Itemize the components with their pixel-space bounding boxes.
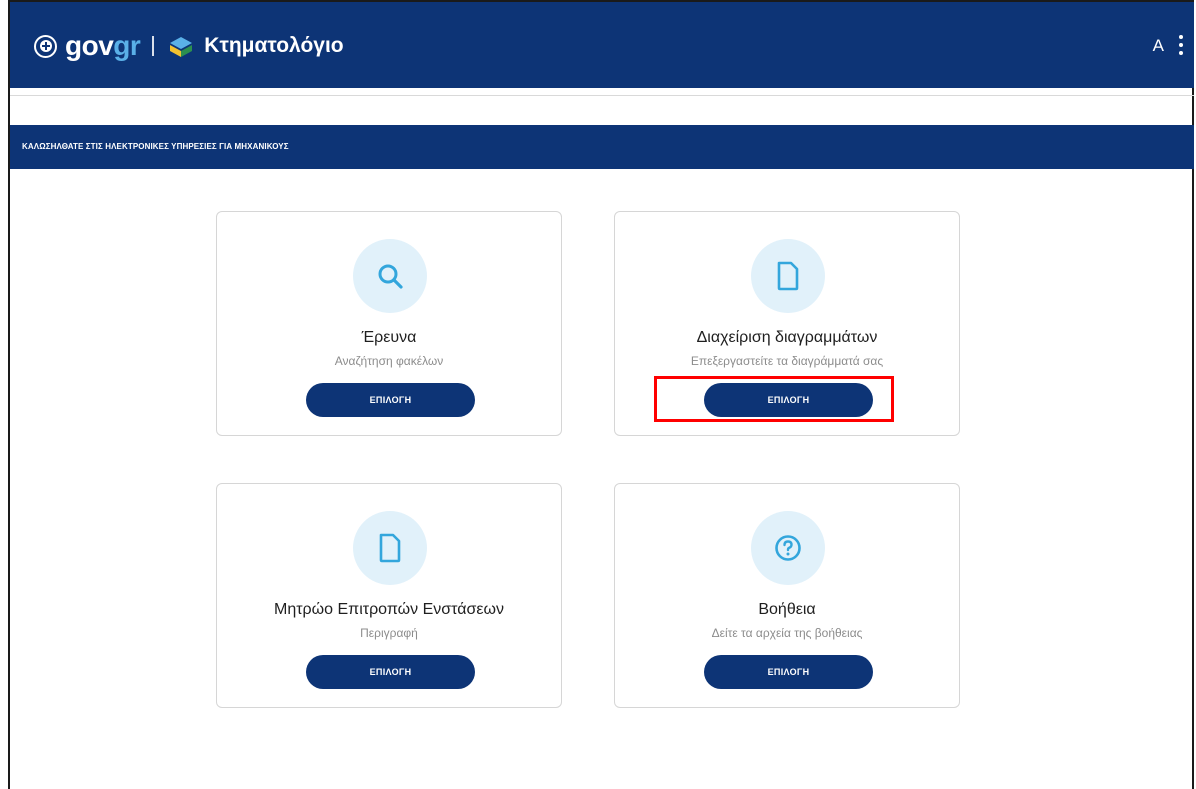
more-options-icon[interactable]	[1178, 35, 1184, 55]
card-title: Μητρώο Επιτροπών Ενστάσεων	[274, 601, 504, 618]
card-title: Βοήθεια	[758, 601, 816, 618]
select-search-button[interactable]: ΕΠΙΛΟΓΗ	[306, 383, 475, 417]
card-help: Βοήθεια Δείτε τα αρχεία της βοήθειας ΕΠΙ…	[614, 483, 960, 708]
toolbar-divider	[10, 95, 1194, 96]
brand[interactable]: govgr Κτηματολόγιο	[34, 30, 344, 62]
card-title: Έρευνα	[361, 329, 417, 346]
browser-frame	[8, 0, 1194, 789]
help-icon	[751, 511, 825, 585]
card-objection-committees-registry: Μητρώο Επιτροπών Ενστάσεων Περιγραφή ΕΠΙ…	[216, 483, 562, 708]
search-icon	[353, 239, 427, 313]
app-title: Κτηματολόγιο	[204, 34, 344, 57]
card-description: Αναζήτηση φακέλων	[334, 354, 444, 368]
select-help-button[interactable]: ΕΠΙΛΟΓΗ	[704, 655, 873, 689]
greek-seal-icon	[34, 34, 57, 58]
logo-divider	[152, 36, 155, 56]
document-icon	[751, 239, 825, 313]
card-search: Έρευνα Αναζήτηση φακέλων ΕΠΙΛΟΓΗ	[216, 211, 562, 436]
top-app-bar: govgr Κτηματολόγιο A	[10, 2, 1194, 88]
card-description: Επεξεργαστείτε τα διαγράμματά σας	[690, 354, 884, 368]
card-title: Διαχείριση διαγραμμάτων	[696, 329, 878, 346]
card-description: Περιγραφή	[360, 626, 418, 640]
card-description: Δείτε τα αρχεία της βοήθειας	[711, 626, 863, 640]
govgr-logo: govgr	[65, 30, 141, 61]
ktimatologio-logo-icon	[170, 37, 193, 57]
user-avatar-initial[interactable]: A	[1153, 36, 1164, 56]
document-icon	[353, 511, 427, 585]
welcome-banner: ΚΑΛΩΣΗΛΘΑΤΕ ΣΤΙΣ ΗΛΕΚΤΡΟΝΙΚΕΣ ΥΠΗΡΕΣΙΕΣ …	[10, 125, 1194, 169]
select-registry-button[interactable]: ΕΠΙΛΟΓΗ	[306, 655, 475, 689]
highlight-annotation-box	[654, 376, 894, 422]
